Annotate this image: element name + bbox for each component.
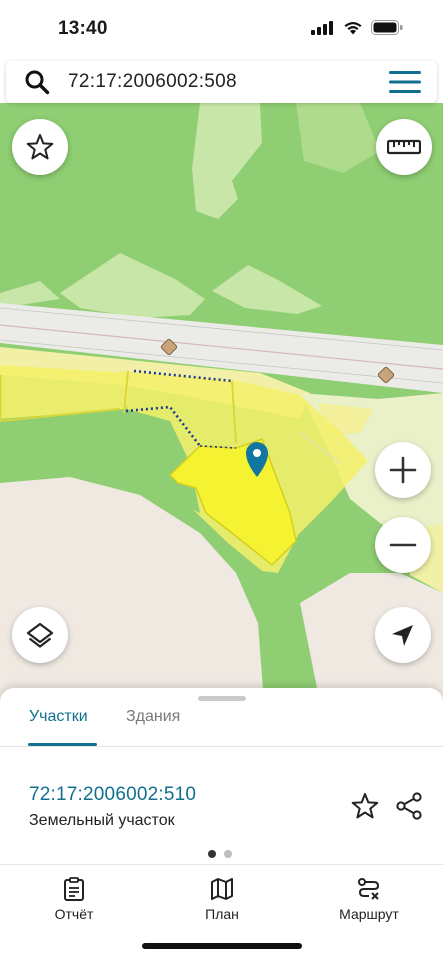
tabs-divider [0,746,443,747]
status-bar: 13:40 [0,0,443,58]
parcel-bottom-sheet[interactable]: Участки Здания 72:17:2006002:510 Земельн… [0,688,443,864]
my-location-button[interactable] [375,607,431,663]
layers-icon [26,622,54,648]
hamburger-menu-icon[interactable] [389,70,421,94]
cellular-signal-icon [311,20,333,35]
zoom-in-button[interactable] [375,442,431,498]
map-view[interactable] [0,103,443,703]
favorite-button[interactable] [12,119,68,175]
sheet-pager [208,850,232,858]
parcel-cadastral-number[interactable]: 72:17:2006002:510 [29,784,196,806]
ruler-icon [387,139,421,155]
status-time: 13:40 [58,18,108,39]
nav-route-label: Маршрут [339,906,399,922]
zoom-out-icon [389,543,417,547]
layers-button[interactable] [12,607,68,663]
sheet-grabber[interactable] [198,696,246,701]
zoom-out-button[interactable] [375,517,431,573]
ruler-button[interactable] [376,119,432,175]
search-icon[interactable] [24,69,50,95]
zoom-in-icon [389,456,417,484]
nav-route[interactable]: Маршрут [309,877,429,922]
favorite-star-icon [26,134,54,160]
nav-plan[interactable]: План [162,877,282,922]
map-canvas[interactable] [0,103,443,703]
pager-dot-active[interactable] [208,850,216,858]
nav-report-label: Отчёт [54,906,94,922]
bottom-navigation: Отчёт План Маршрут [0,864,443,960]
pager-dot[interactable] [224,850,232,858]
nav-report[interactable]: Отчёт [14,877,134,922]
search-bar[interactable]: 72:17:2006002:508 [6,61,437,103]
status-icons [311,20,403,35]
map-plan-icon [211,878,233,900]
sheet-tabs: Участки Здания [0,706,443,746]
battery-icon [371,20,403,35]
share-icon[interactable] [394,791,424,821]
route-icon [358,878,380,900]
tab-buildings[interactable]: Здания [126,708,180,726]
tab-parcels[interactable]: Участки [29,708,88,726]
home-indicator[interactable] [142,943,302,949]
parcel-type-label: Земельный участок [29,812,175,829]
my-location-icon [392,625,413,646]
favorite-parcel-icon[interactable] [350,791,380,821]
report-clipboard-icon [64,877,84,901]
search-input[interactable]: 72:17:2006002:508 [68,71,237,93]
nav-plan-label: План [205,906,239,922]
wifi-icon [344,21,362,34]
